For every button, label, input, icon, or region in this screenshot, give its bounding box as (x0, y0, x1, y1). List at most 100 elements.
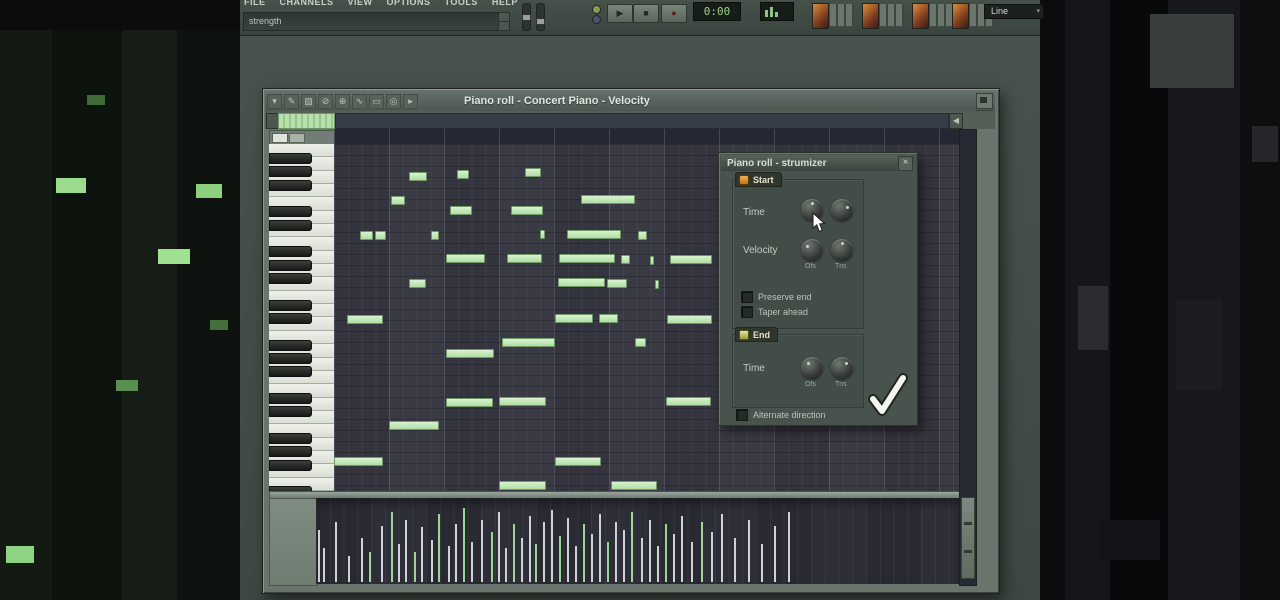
record-button[interactable]: ● (661, 4, 687, 23)
zoom-tool-icon[interactable]: ◎ (386, 93, 401, 109)
piano-key-black[interactable] (269, 219, 312, 231)
note[interactable] (567, 230, 621, 239)
hint-side-button2[interactable] (498, 21, 510, 31)
main-pitch-slider[interactable] (536, 3, 545, 31)
vertical-scrollbar-handle[interactable] (961, 497, 975, 579)
note[interactable] (409, 172, 427, 181)
start-velocity-tension-knob[interactable] (831, 239, 853, 261)
velocity-lane[interactable] (316, 498, 959, 584)
horizontal-zoom-slider[interactable] (278, 113, 335, 129)
note[interactable] (502, 338, 555, 347)
piano-key-black[interactable] (269, 179, 312, 191)
shortcut-cluster-pianoroll[interactable] (912, 3, 956, 29)
end-time-offset-knob[interactable] (801, 357, 823, 379)
snap-selector[interactable]: Line ▾ (984, 4, 1044, 19)
horizontal-scrollbar[interactable] (335, 113, 949, 129)
note[interactable] (360, 231, 373, 240)
note[interactable] (499, 397, 546, 406)
piano-key-black[interactable] (269, 406, 312, 418)
menu-icon[interactable]: ▾ (267, 93, 282, 109)
close-icon[interactable]: × (898, 156, 913, 171)
note[interactable] (409, 279, 426, 288)
note[interactable] (446, 254, 485, 263)
piano-key-black[interactable] (269, 339, 312, 351)
piano-key-black[interactable] (269, 272, 312, 284)
strumizer-titlebar[interactable]: Piano roll - strumizer (721, 155, 913, 171)
note[interactable] (655, 280, 659, 289)
control-lane-selector[interactable] (269, 498, 318, 586)
piano-key-black[interactable] (269, 459, 312, 471)
note[interactable] (555, 457, 601, 466)
piano-key-black[interactable] (269, 259, 312, 271)
scroll-right-button[interactable]: ◀ (949, 113, 963, 129)
note[interactable] (540, 230, 545, 239)
note[interactable] (446, 398, 493, 407)
note[interactable] (511, 206, 543, 215)
note[interactable] (599, 314, 618, 323)
maximize-button[interactable] (976, 93, 993, 109)
note[interactable] (621, 255, 630, 264)
note[interactable] (347, 315, 383, 324)
note[interactable] (334, 457, 383, 466)
note[interactable] (667, 315, 712, 324)
end-time-tension-knob[interactable] (831, 357, 853, 379)
note[interactable] (670, 255, 712, 264)
piano-key-black[interactable] (269, 299, 312, 311)
song-mode-led[interactable] (592, 15, 601, 24)
shortcut-cluster-playlist[interactable] (812, 3, 856, 29)
alternate-direction-checkbox[interactable]: Alternate direction (736, 409, 826, 421)
menu-item-channels[interactable]: CHANNELS (280, 0, 334, 8)
piano-key-black[interactable] (269, 206, 312, 218)
note[interactable] (389, 421, 439, 430)
paint-tool-icon[interactable]: ▨ (301, 93, 316, 109)
note[interactable] (611, 481, 657, 490)
piano-key-black[interactable] (269, 393, 312, 405)
stop-button[interactable]: ■ (633, 4, 659, 23)
mute-tool-icon[interactable]: ⊕ (335, 93, 350, 109)
main-volume-slider[interactable] (522, 3, 531, 31)
note[interactable] (635, 338, 646, 347)
note[interactable] (446, 349, 494, 358)
piano-key-black[interactable] (269, 152, 312, 164)
note[interactable] (638, 231, 647, 240)
note[interactable] (431, 231, 439, 240)
note[interactable] (555, 314, 593, 323)
piano-key-black[interactable] (269, 166, 312, 178)
note[interactable] (507, 254, 542, 263)
menu-item-view[interactable]: VIEW (348, 0, 373, 8)
menu-item-tools[interactable]: TOOLS (445, 0, 478, 8)
piano-key-black[interactable] (269, 366, 312, 378)
note[interactable] (375, 231, 386, 240)
shortcut-cluster-stepseq[interactable] (862, 3, 906, 29)
note[interactable] (558, 278, 605, 287)
slice-tool-icon[interactable]: ∿ (352, 93, 367, 109)
start-time-tension-knob[interactable] (831, 199, 853, 221)
note[interactable] (525, 168, 541, 177)
piano-key-black[interactable] (269, 433, 312, 445)
menu-item-options[interactable]: OPTIONS (387, 0, 431, 8)
taper-ahead-checkbox[interactable]: Taper ahead (741, 306, 808, 318)
piano-key-black[interactable] (269, 312, 312, 324)
note[interactable] (650, 256, 654, 265)
draw-tool-icon[interactable]: ✎ (284, 93, 299, 109)
accept-button[interactable] (865, 373, 909, 417)
menu-item-help[interactable]: HELP (492, 0, 518, 8)
note[interactable] (581, 195, 635, 204)
note[interactable] (391, 196, 405, 205)
menu-item-file[interactable]: FILE (244, 0, 266, 8)
vertical-scrollbar[interactable] (959, 129, 977, 586)
note[interactable] (666, 397, 711, 406)
select-tool-icon[interactable]: ▭ (369, 93, 384, 109)
delete-tool-icon[interactable]: ⊘ (318, 93, 333, 109)
note[interactable] (559, 254, 615, 263)
note[interactable] (457, 170, 469, 179)
piano-key-black[interactable] (269, 446, 312, 458)
play-button[interactable]: ▶ (607, 4, 633, 23)
piano-roll-titlebar[interactable]: ▾ ✎ ▨ ⊘ ⊕ ∿ ▭ ◎ ▸ Piano roll - Concert Piano - V… (265, 91, 995, 111)
timeline-ruler[interactable] (334, 129, 959, 145)
piano-key-black[interactable] (269, 246, 312, 258)
piano-key-black[interactable] (269, 353, 312, 365)
note[interactable] (450, 206, 472, 215)
pattern-mode-led[interactable] (592, 5, 601, 14)
target-control-icon[interactable]: ▸ (403, 93, 418, 109)
